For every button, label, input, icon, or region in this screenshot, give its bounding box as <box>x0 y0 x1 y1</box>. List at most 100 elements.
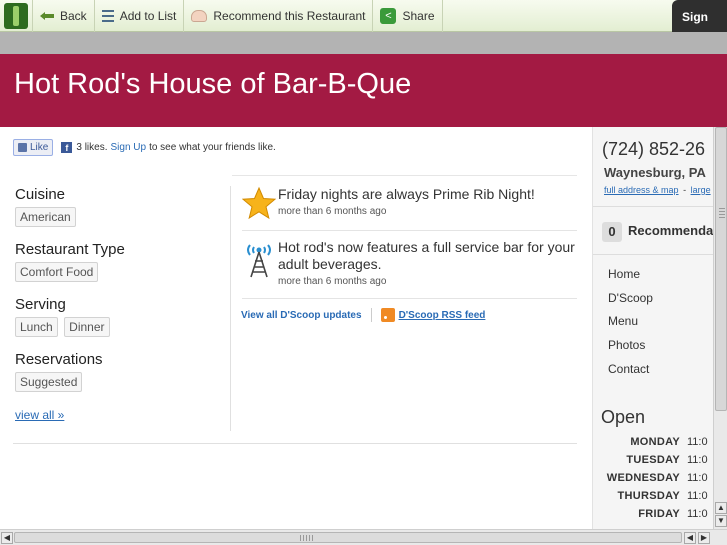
page: Back Add to List Recommend this Restaura… <box>0 0 727 545</box>
hours-time: 11:0 <box>687 508 708 520</box>
open-heading: Open <box>601 407 646 427</box>
facebook-like-button[interactable]: Like <box>13 139 54 156</box>
divider <box>13 443 577 444</box>
divider <box>370 308 372 322</box>
facet-tag[interactable]: Suggested <box>15 372 83 392</box>
divider <box>593 254 713 255</box>
facet-tag[interactable]: American <box>15 207 76 227</box>
facet-heading: Restaurant Type <box>15 241 125 258</box>
larger-map-link[interactable]: large <box>691 185 711 195</box>
scoop-timestamp: more than 6 months ago <box>278 276 387 287</box>
phone-number: (724) 852-26 <box>602 139 706 159</box>
recommendation-count: 0 <box>602 222 622 242</box>
hours-day: THURSDAY <box>617 490 680 502</box>
view-all-link[interactable]: view all » <box>15 408 64 422</box>
sign-up-link[interactable]: Sign Up <box>110 142 146 153</box>
share-icon: < <box>380 7 397 24</box>
facet-serving: Serving Lunch Dinner <box>15 296 225 337</box>
facets-panel: Cuisine American Restaurant Type Comfort… <box>15 186 225 424</box>
view-all-updates-link[interactable]: View all D'Scoop updates <box>241 310 362 321</box>
friends-text: to see what your friends like. <box>149 142 276 153</box>
nav-menu[interactable]: Menu <box>608 314 653 338</box>
facet-tag[interactable]: Dinner <box>64 317 110 337</box>
share-label: Share <box>402 8 435 23</box>
recommend-icon <box>191 9 208 22</box>
link-separator: - <box>683 185 687 195</box>
nav-photos[interactable]: Photos <box>608 338 653 362</box>
scoop-text: Hot rod's now features a full service ba… <box>278 239 575 272</box>
star-icon <box>241 186 277 220</box>
facet-heading: Reservations <box>15 351 103 368</box>
facet-cuisine: Cuisine American <box>15 186 225 227</box>
nav-dscoop[interactable]: D'Scoop <box>608 291 653 315</box>
toolbar: Back Add to List Recommend this Restaura… <box>0 0 727 32</box>
vertical-scroll-thumb[interactable] <box>715 127 727 411</box>
grip-icon <box>300 535 314 541</box>
city-state: Waynesburg, PA <box>604 165 706 180</box>
scroll-left-button[interactable]: ◀ <box>1 532 13 544</box>
column-divider <box>230 186 231 431</box>
scoop-timestamp: more than 6 months ago <box>278 206 387 217</box>
hours-time: 11:0 <box>687 436 708 448</box>
add-to-list-button[interactable]: Add to List <box>95 0 185 32</box>
scoop-links: View all D'Scoop updates D'Scoop RSS fee… <box>241 308 485 322</box>
scroll-left-button-2[interactable]: ◀ <box>684 532 696 544</box>
facet-restaurant-type: Restaurant Type Comfort Food <box>15 241 225 282</box>
like-label: Like <box>30 142 49 153</box>
sidebar-nav: Home D'Scoop Menu Photos Contact <box>608 267 653 385</box>
rss-feed-link[interactable]: D'Scoop RSS feed <box>399 310 486 321</box>
horizontal-scroll-thumb[interactable] <box>14 532 682 543</box>
broadcast-tower-icon <box>247 244 271 278</box>
recommend-button[interactable]: Recommend this Restaurant <box>184 0 374 32</box>
rss-icon[interactable] <box>380 308 395 322</box>
scroll-down-button[interactable]: ▼ <box>715 515 727 527</box>
site-logo[interactable] <box>0 0 33 32</box>
hours-day: MONDAY <box>630 436 680 448</box>
recommendations-link[interactable]: Recommenda <box>628 223 713 238</box>
hours-table: MONDAY 11:0 TUESDAY 11:0 WEDNESDAY 11:0 … <box>593 436 713 526</box>
divider <box>593 206 713 207</box>
scoop-item: Hot rod's now features a full service ba… <box>242 239 577 287</box>
hours-day: FRIDAY <box>638 508 680 520</box>
hours-day: TUESDAY <box>626 454 680 466</box>
share-button[interactable]: < Share <box>373 0 443 32</box>
title-banner: Hot Rod's House of Bar-B-Que <box>0 54 727 127</box>
scoop-item: Friday nights are always Prime Rib Night… <box>241 186 577 225</box>
hours-row: MONDAY 11:0 <box>593 436 713 454</box>
facet-tag[interactable]: Comfort Food <box>15 262 99 282</box>
hours-time: 11:0 <box>687 454 708 466</box>
nav-contact[interactable]: Contact <box>608 362 653 386</box>
restaurant-name: Hot Rod's House of Bar-B-Que <box>14 68 412 100</box>
divider <box>242 298 577 299</box>
gray-band <box>0 32 727 54</box>
horizontal-scrollbar[interactable]: ◀ ◀ ▶ <box>0 529 727 545</box>
logo-icon <box>4 2 28 29</box>
sign-in-button[interactable]: Sign <box>672 0 727 32</box>
add-to-list-label: Add to List <box>119 8 177 23</box>
hours-row: FRIDAY 11:0 <box>593 508 713 526</box>
full-address-link[interactable]: full address & map <box>604 185 679 195</box>
back-button[interactable]: Back <box>33 0 95 32</box>
facet-heading: Serving <box>15 296 66 313</box>
facebook-like-row: Like f 3 likes. Sign Up to see what your… <box>13 139 276 156</box>
scroll-up-button[interactable]: ▲ <box>715 502 727 514</box>
info-sidebar: (724) 852-26 Waynesburg, PA full address… <box>592 127 713 529</box>
nav-home[interactable]: Home <box>608 267 653 291</box>
facet-tag[interactable]: Lunch <box>15 317 58 337</box>
scoop-text: Friday nights are always Prime Rib Night… <box>278 186 535 202</box>
list-icon <box>101 9 114 22</box>
facet-heading: Cuisine <box>15 186 66 203</box>
hours-time: 11:0 <box>687 472 708 484</box>
hours-row: TUESDAY 11:0 <box>593 454 713 472</box>
address-links: full address & map - large <box>604 185 711 195</box>
grip-icon <box>719 208 725 220</box>
facebook-icon: f <box>61 142 73 153</box>
vertical-scrollbar[interactable]: ▲ ▼ <box>713 127 727 529</box>
thumbs-up-icon <box>18 143 27 152</box>
divider <box>232 175 577 176</box>
scroll-right-button[interactable]: ▶ <box>698 532 710 544</box>
hours-day: WEDNESDAY <box>606 472 680 484</box>
hours-time: 11:0 <box>687 490 708 502</box>
hours-row: THURSDAY 11:0 <box>593 490 713 508</box>
likes-count: 3 likes. <box>76 142 108 153</box>
